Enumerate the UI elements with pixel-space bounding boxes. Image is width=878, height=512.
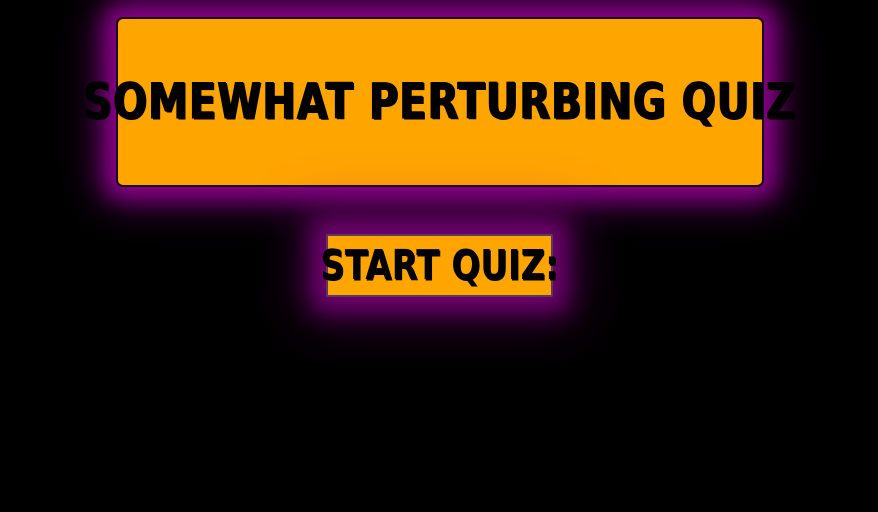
start-quiz-button[interactable]: START QUIZ: [320,234,559,297]
start-quiz-label: START QUIZ: [320,241,559,290]
quiz-page: SOMEWHAT PERTURBING QUIZ START QUIZ: [0,0,878,512]
title-card: SOMEWHAT PERTURBING QUIZ [84,17,795,187]
page-title: SOMEWHAT PERTURBING QUIZ [83,73,797,131]
